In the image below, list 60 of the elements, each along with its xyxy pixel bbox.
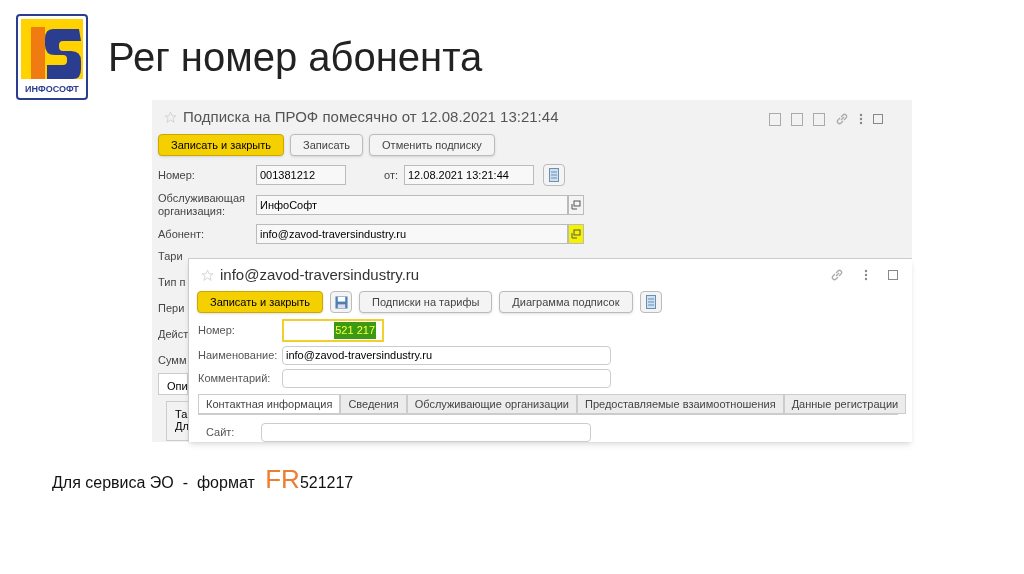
date-field: 12.08.2021 13:21:44 — [404, 165, 534, 185]
format-number: 521217 — [299, 473, 354, 493]
tab[interactable]: Предоставляемые взаимоотношения — [577, 394, 784, 414]
input-field[interactable]: info@zavod-traversindustry.ru — [282, 346, 611, 365]
save-button[interactable] — [330, 291, 353, 313]
field-label: Пери — [158, 302, 185, 315]
open-button[interactable] — [568, 224, 584, 244]
toolbar-button[interactable]: Подписки на тарифы — [359, 291, 493, 313]
window-title: info@zavod-traversindustry.ru — [220, 264, 420, 285]
open-button[interactable] — [568, 195, 584, 215]
link-icon[interactable] — [835, 112, 849, 126]
more-icon[interactable] — [859, 113, 863, 125]
toolbar-button[interactable]: Записать — [290, 134, 364, 156]
save-close-button[interactable]: Записать и закрыть — [158, 134, 285, 156]
field-label: Наименование: — [198, 348, 279, 364]
field-label: от: — [384, 167, 398, 183]
field-label: Номер: — [158, 167, 196, 183]
star-icon[interactable] — [164, 110, 177, 124]
tab[interactable]: Обслуживающие организации — [406, 394, 577, 414]
list-icon — [549, 168, 559, 182]
column-header: Дл — [175, 420, 189, 432]
field-label: Тип п — [158, 276, 186, 289]
star-icon[interactable] — [201, 268, 214, 282]
list-icon — [645, 295, 656, 309]
field-label: Дейст — [158, 328, 189, 341]
maximize-icon[interactable] — [888, 270, 898, 280]
selected-value: 521 217 — [334, 322, 376, 339]
toolbar-button[interactable]: Диаграмма подписок — [499, 291, 633, 313]
field-label: Тари — [158, 250, 183, 263]
link-icon[interactable] — [830, 268, 844, 282]
logo-drawing — [21, 19, 83, 79]
tab[interactable]: Сведения — [340, 394, 407, 414]
calendar-button[interactable] — [543, 164, 565, 186]
tab[interactable]: Данные регистрации — [783, 394, 907, 414]
open-icon — [571, 229, 581, 239]
list-button[interactable] — [639, 291, 662, 313]
format-prefix: FR — [265, 463, 300, 496]
input-field: ИнфоСофт — [256, 195, 568, 215]
input-field: info@zavod-traversindustry.ru — [256, 224, 568, 244]
window-title: Подписка на ПРОФ помесячно от 12.08.2021 13:21:44 — [183, 106, 559, 127]
input-field[interactable] — [261, 423, 591, 442]
more-icon[interactable] — [864, 269, 868, 281]
column-header: Та — [175, 408, 188, 420]
open-icon — [571, 200, 581, 210]
field-label: Номер: — [198, 323, 236, 339]
input-field[interactable] — [282, 369, 611, 388]
toolbar-button[interactable]: Отменить подписку — [369, 134, 495, 156]
save-close-button[interactable]: Записать и закрыть — [197, 291, 324, 313]
slide-title: Рег номер абонента — [108, 34, 483, 81]
field-label: Сумм — [158, 354, 187, 367]
field-label: Обслуживающая организация: — [158, 192, 246, 218]
tab[interactable]: Контактная информация — [198, 394, 341, 414]
maximize-icon[interactable] — [873, 114, 883, 124]
tab[interactable]: Опи — [158, 373, 188, 395]
logo-text: ИНФОСОФТ — [25, 83, 79, 95]
field-label: Комментарий: — [198, 371, 272, 387]
field-label: Сайт: — [206, 425, 236, 441]
field-label: Абонент: — [158, 227, 206, 241]
note-text: Для сервиса ЭО - формат — [52, 473, 256, 493]
number-field: 001381212 — [256, 165, 346, 185]
